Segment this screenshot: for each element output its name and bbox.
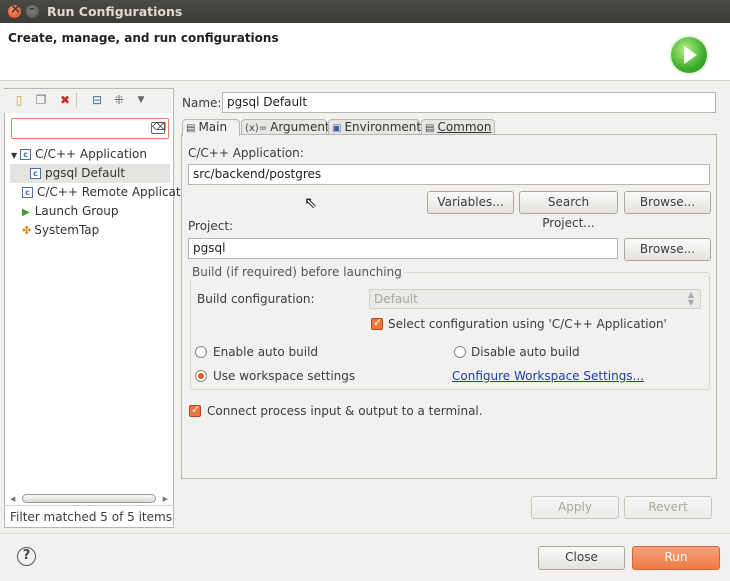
tab-label: Environment	[344, 120, 422, 134]
revert-button[interactable]: Revert	[624, 496, 712, 519]
project-label: Project:	[188, 219, 234, 233]
horizontal-scrollbar[interactable]: ◀ ▶	[10, 493, 168, 505]
build-config-select: Default ▲ ▼	[369, 289, 701, 309]
build-config-value: Default	[374, 292, 418, 306]
clear-filter-icon[interactable]: ⌫	[151, 122, 166, 134]
apply-button[interactable]: Apply	[531, 496, 619, 519]
tab-label: Main	[198, 120, 228, 134]
collapse-all-icon[interactable]: ⊟	[90, 93, 104, 107]
launch-group-icon: ▶	[22, 207, 30, 218]
minimize-window-icon[interactable]	[26, 2, 39, 18]
footer-divider	[0, 533, 730, 534]
window-title: Run Configurations	[47, 4, 183, 19]
divider	[4, 505, 174, 506]
tree-item-label: pgsql Default	[45, 166, 126, 180]
tab-label: Common	[437, 120, 492, 134]
app-label: C/C++ Application:	[188, 146, 304, 160]
filter-icon[interactable]: ⁜	[112, 93, 126, 107]
tree-item-label: C/C++ Application	[35, 147, 147, 161]
tree-item-launch-group[interactable]: ▶ Launch Group	[22, 202, 119, 221]
close-button[interactable]: Close	[538, 546, 625, 570]
scroll-right-icon[interactable]: ▶	[163, 495, 168, 503]
left-toolbar: ▯ ❐ ✖ ⊟ ⁜ ▼	[4, 89, 172, 113]
systemtap-icon: ✤	[22, 224, 32, 237]
scrollbar-thumb[interactable]	[22, 494, 156, 503]
build-group-title: Build (if required) before launching	[190, 265, 404, 279]
filter-input[interactable]: ⌫	[11, 118, 169, 139]
connect-terminal-label: Connect process input & output to a term…	[207, 404, 483, 418]
toolbar-separator	[76, 92, 77, 108]
select-config-checkbox[interactable]	[371, 316, 383, 330]
view-menu-icon[interactable]: ▼	[134, 93, 148, 107]
tab-label: Arguments	[270, 120, 336, 134]
cpp-app-icon: c	[20, 149, 32, 160]
enable-auto-build-radio[interactable]	[195, 346, 207, 358]
tree-item-label: C/C++ Remote Applicati	[37, 185, 184, 199]
name-field[interactable]: pgsql Default	[222, 92, 716, 113]
cpp-config-icon: c	[30, 168, 41, 179]
expand-arrow-icon[interactable]: ▼	[11, 151, 17, 160]
delete-icon[interactable]: ✖	[58, 93, 72, 107]
connect-terminal-checkbox[interactable]	[189, 403, 201, 417]
project-field[interactable]: pgsql	[188, 238, 618, 259]
variables-button[interactable]: Variables...	[427, 191, 514, 214]
filter-status: Filter matched 5 of 5 items	[10, 510, 172, 524]
new-launch-config-icon[interactable]: ▯	[12, 93, 26, 107]
use-workspace-settings-label: Use workspace settings	[213, 369, 356, 383]
close-window-icon[interactable]	[8, 2, 21, 18]
browse-project-button[interactable]: Browse...	[624, 238, 711, 261]
cpp-remote-icon: c	[22, 187, 33, 198]
tree-item-cpp-remote[interactable]: c C/C++ Remote Applicati	[22, 183, 184, 202]
disable-auto-build-label: Disable auto build	[471, 345, 580, 359]
tree-item-cpp-application[interactable]: ▼ c C/C++ Application	[11, 145, 147, 164]
tab-arguments[interactable]: (x)= Arguments	[241, 119, 336, 135]
build-config-label: Build configuration:	[197, 292, 315, 306]
tree-item-label: Launch Group	[34, 204, 119, 218]
tree-item-label: SystemTap	[34, 223, 100, 237]
search-project-button[interactable]: Search Project...	[519, 191, 618, 230]
name-label: Name:	[182, 96, 222, 110]
tree-item-pgsql-default[interactable]: c pgsql Default	[10, 164, 170, 183]
tab-common[interactable]: ▤ Common	[421, 119, 495, 135]
main-tab-icon: ▤	[186, 123, 196, 134]
use-workspace-settings-radio[interactable]	[195, 370, 207, 382]
disable-auto-build-radio[interactable]	[454, 346, 466, 358]
tab-main[interactable]: ▤ Main	[182, 119, 240, 136]
window-titlebar: Run Configurations	[0, 0, 730, 23]
tree-item-systemtap[interactable]: ✤ SystemTap	[22, 221, 99, 240]
scroll-left-icon[interactable]: ◀	[10, 495, 15, 503]
run-button[interactable]: Run	[632, 546, 720, 570]
browse-app-button[interactable]: Browse...	[624, 191, 711, 214]
mouse-cursor-icon: ⇖	[304, 193, 318, 212]
help-icon[interactable]: ?	[17, 547, 36, 566]
banner-title: Create, manage, and run configurations	[8, 31, 279, 45]
enable-auto-build-label: Enable auto build	[213, 345, 319, 359]
dialog-banner: Create, manage, and run configurations	[0, 23, 730, 81]
select-config-label: Select configuration using 'C/C++ Applic…	[388, 317, 667, 331]
select-arrows-icon: ▲ ▼	[687, 290, 694, 307]
run-icon	[671, 37, 707, 73]
duplicate-icon[interactable]: ❐	[34, 93, 48, 107]
app-field[interactable]: src/backend/postgres	[188, 164, 710, 185]
configure-workspace-link[interactable]: Configure Workspace Settings...	[452, 369, 644, 383]
tab-environment[interactable]: ▣ Environment	[328, 119, 422, 135]
